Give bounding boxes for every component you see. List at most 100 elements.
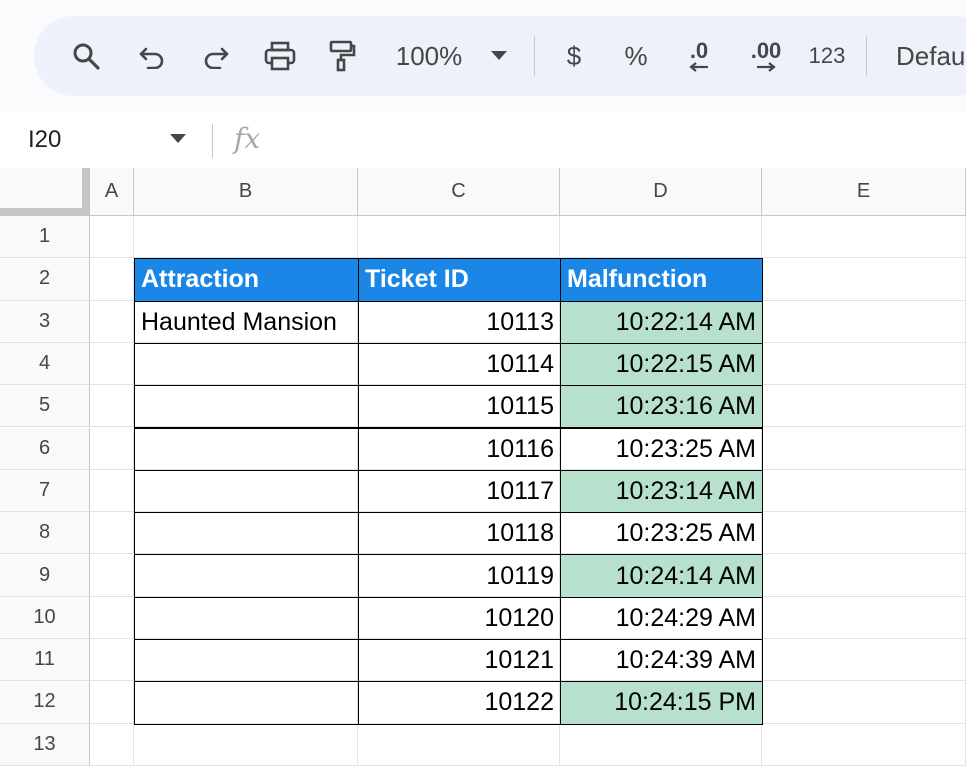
- row-header-3[interactable]: 3: [0, 300, 90, 343]
- freeze-column-handle[interactable]: [82, 168, 90, 208]
- malfunction-time-cell[interactable]: 10:24:15 PM: [560, 681, 763, 725]
- cell[interactable]: [762, 639, 966, 682]
- cell[interactable]: [762, 512, 966, 555]
- malfunction-time-cell[interactable]: 10:22:15 AM: [560, 342, 763, 387]
- malfunction-header[interactable]: Malfunction: [560, 258, 763, 302]
- more-formats-button[interactable]: 123: [802, 16, 852, 96]
- cell[interactable]: [560, 216, 762, 259]
- cell[interactable]: [762, 258, 966, 301]
- cell[interactable]: [90, 300, 134, 343]
- row-header-12[interactable]: 12: [0, 681, 90, 724]
- malfunction-time-cell[interactable]: 10:24:39 AM: [560, 639, 763, 683]
- name-box[interactable]: I20: [28, 112, 61, 168]
- column-header-c[interactable]: C: [358, 168, 560, 216]
- currency-format-button[interactable]: $: [552, 16, 596, 96]
- cell[interactable]: [90, 681, 134, 724]
- row-header-4[interactable]: 4: [0, 342, 90, 386]
- attraction-header[interactable]: Attraction: [134, 258, 359, 302]
- malfunction-time-cell[interactable]: 10:23:14 AM: [560, 469, 763, 514]
- attraction-cell[interactable]: [134, 342, 359, 387]
- malfunction-time-cell[interactable]: 10:23:16 AM: [560, 385, 763, 429]
- column-header-b[interactable]: B: [134, 168, 358, 216]
- cell[interactable]: [90, 596, 134, 639]
- cell[interactable]: [90, 385, 134, 428]
- cell[interactable]: [90, 512, 134, 555]
- ticket-id-cell[interactable]: 10115: [358, 385, 561, 429]
- cell[interactable]: [762, 554, 966, 597]
- cell[interactable]: [90, 469, 134, 513]
- zoom-select[interactable]: 100%: [384, 16, 474, 96]
- attraction-cell[interactable]: [134, 681, 359, 725]
- attraction-cell[interactable]: [134, 596, 359, 640]
- ticket-id-cell[interactable]: 10116: [358, 427, 561, 471]
- font-select[interactable]: Defau: [896, 16, 966, 96]
- malfunction-time-cell[interactable]: 10:24:29 AM: [560, 596, 763, 640]
- malfunction-time-cell[interactable]: 10:23:25 AM: [560, 512, 763, 556]
- ticket-id-cell[interactable]: 10122: [358, 681, 561, 725]
- print-icon[interactable]: [258, 16, 302, 96]
- ticket-id-cell[interactable]: 10118: [358, 512, 561, 556]
- cell[interactable]: [134, 723, 358, 766]
- row-header-8[interactable]: 8: [0, 512, 90, 555]
- row-header-6[interactable]: 6: [0, 427, 90, 470]
- percent-format-button[interactable]: %: [614, 16, 658, 96]
- attraction-cell[interactable]: Haunted Mansion: [134, 300, 359, 344]
- ticket-id-cell[interactable]: 10121: [358, 639, 561, 683]
- malfunction-time-cell[interactable]: 10:24:14 AM: [560, 554, 763, 598]
- attraction-cell[interactable]: [134, 427, 359, 471]
- malfunction-time-cell[interactable]: 10:23:25 AM: [560, 427, 763, 471]
- cell[interactable]: [560, 723, 762, 766]
- ticket-id-cell[interactable]: 10113: [358, 300, 561, 344]
- cell[interactable]: [90, 639, 134, 682]
- row-header-1[interactable]: 1: [0, 216, 90, 259]
- column-header-a[interactable]: A: [90, 168, 134, 216]
- attraction-cell[interactable]: [134, 554, 359, 598]
- decrease-decimal-button[interactable]: .0: [674, 16, 724, 96]
- cell[interactable]: [762, 342, 966, 386]
- cell[interactable]: [762, 469, 966, 513]
- cell[interactable]: [90, 723, 134, 766]
- cell[interactable]: [762, 427, 966, 470]
- cell[interactable]: [90, 342, 134, 386]
- row-header-2[interactable]: 2: [0, 258, 90, 301]
- name-box-dropdown-icon[interactable]: [170, 134, 186, 143]
- malfunction-time-cell[interactable]: 10:22:14 AM: [560, 300, 763, 344]
- redo-icon[interactable]: [194, 16, 238, 96]
- column-header-e[interactable]: E: [762, 168, 966, 216]
- attraction-cell[interactable]: [134, 469, 359, 514]
- cell[interactable]: [134, 216, 358, 259]
- cell[interactable]: [90, 554, 134, 597]
- cell[interactable]: [358, 723, 560, 766]
- attraction-cell[interactable]: [134, 385, 359, 429]
- ticket-id-cell[interactable]: 10114: [358, 342, 561, 387]
- row-header-11[interactable]: 11: [0, 639, 90, 682]
- freeze-row-handle[interactable]: [0, 208, 90, 216]
- row-header-10[interactable]: 10: [0, 596, 90, 639]
- cell[interactable]: [90, 427, 134, 470]
- cell[interactable]: [762, 596, 966, 639]
- cell[interactable]: [762, 216, 966, 259]
- column-header-d[interactable]: D: [560, 168, 762, 216]
- ticket-id-header[interactable]: Ticket ID: [358, 258, 561, 302]
- ticket-id-cell[interactable]: 10119: [358, 554, 561, 598]
- undo-icon[interactable]: [130, 16, 174, 96]
- increase-decimal-button[interactable]: .00: [738, 16, 794, 96]
- paint-format-icon[interactable]: [320, 16, 364, 96]
- ticket-id-cell[interactable]: 10120: [358, 596, 561, 640]
- row-header-7[interactable]: 7: [0, 469, 90, 513]
- cell[interactable]: [90, 258, 134, 301]
- cell[interactable]: [762, 723, 966, 766]
- cell[interactable]: [762, 385, 966, 428]
- select-all-corner[interactable]: [0, 168, 90, 216]
- attraction-cell[interactable]: [134, 639, 359, 683]
- attraction-cell[interactable]: [134, 512, 359, 556]
- cell[interactable]: [358, 216, 560, 259]
- row-header-9[interactable]: 9: [0, 554, 90, 597]
- search-menus-icon[interactable]: [64, 16, 108, 96]
- row-header-5[interactable]: 5: [0, 385, 90, 428]
- ticket-id-cell[interactable]: 10117: [358, 469, 561, 514]
- cell[interactable]: [762, 300, 966, 343]
- cell[interactable]: [90, 216, 134, 259]
- zoom-dropdown-icon[interactable]: [486, 16, 512, 96]
- cell[interactable]: [762, 681, 966, 724]
